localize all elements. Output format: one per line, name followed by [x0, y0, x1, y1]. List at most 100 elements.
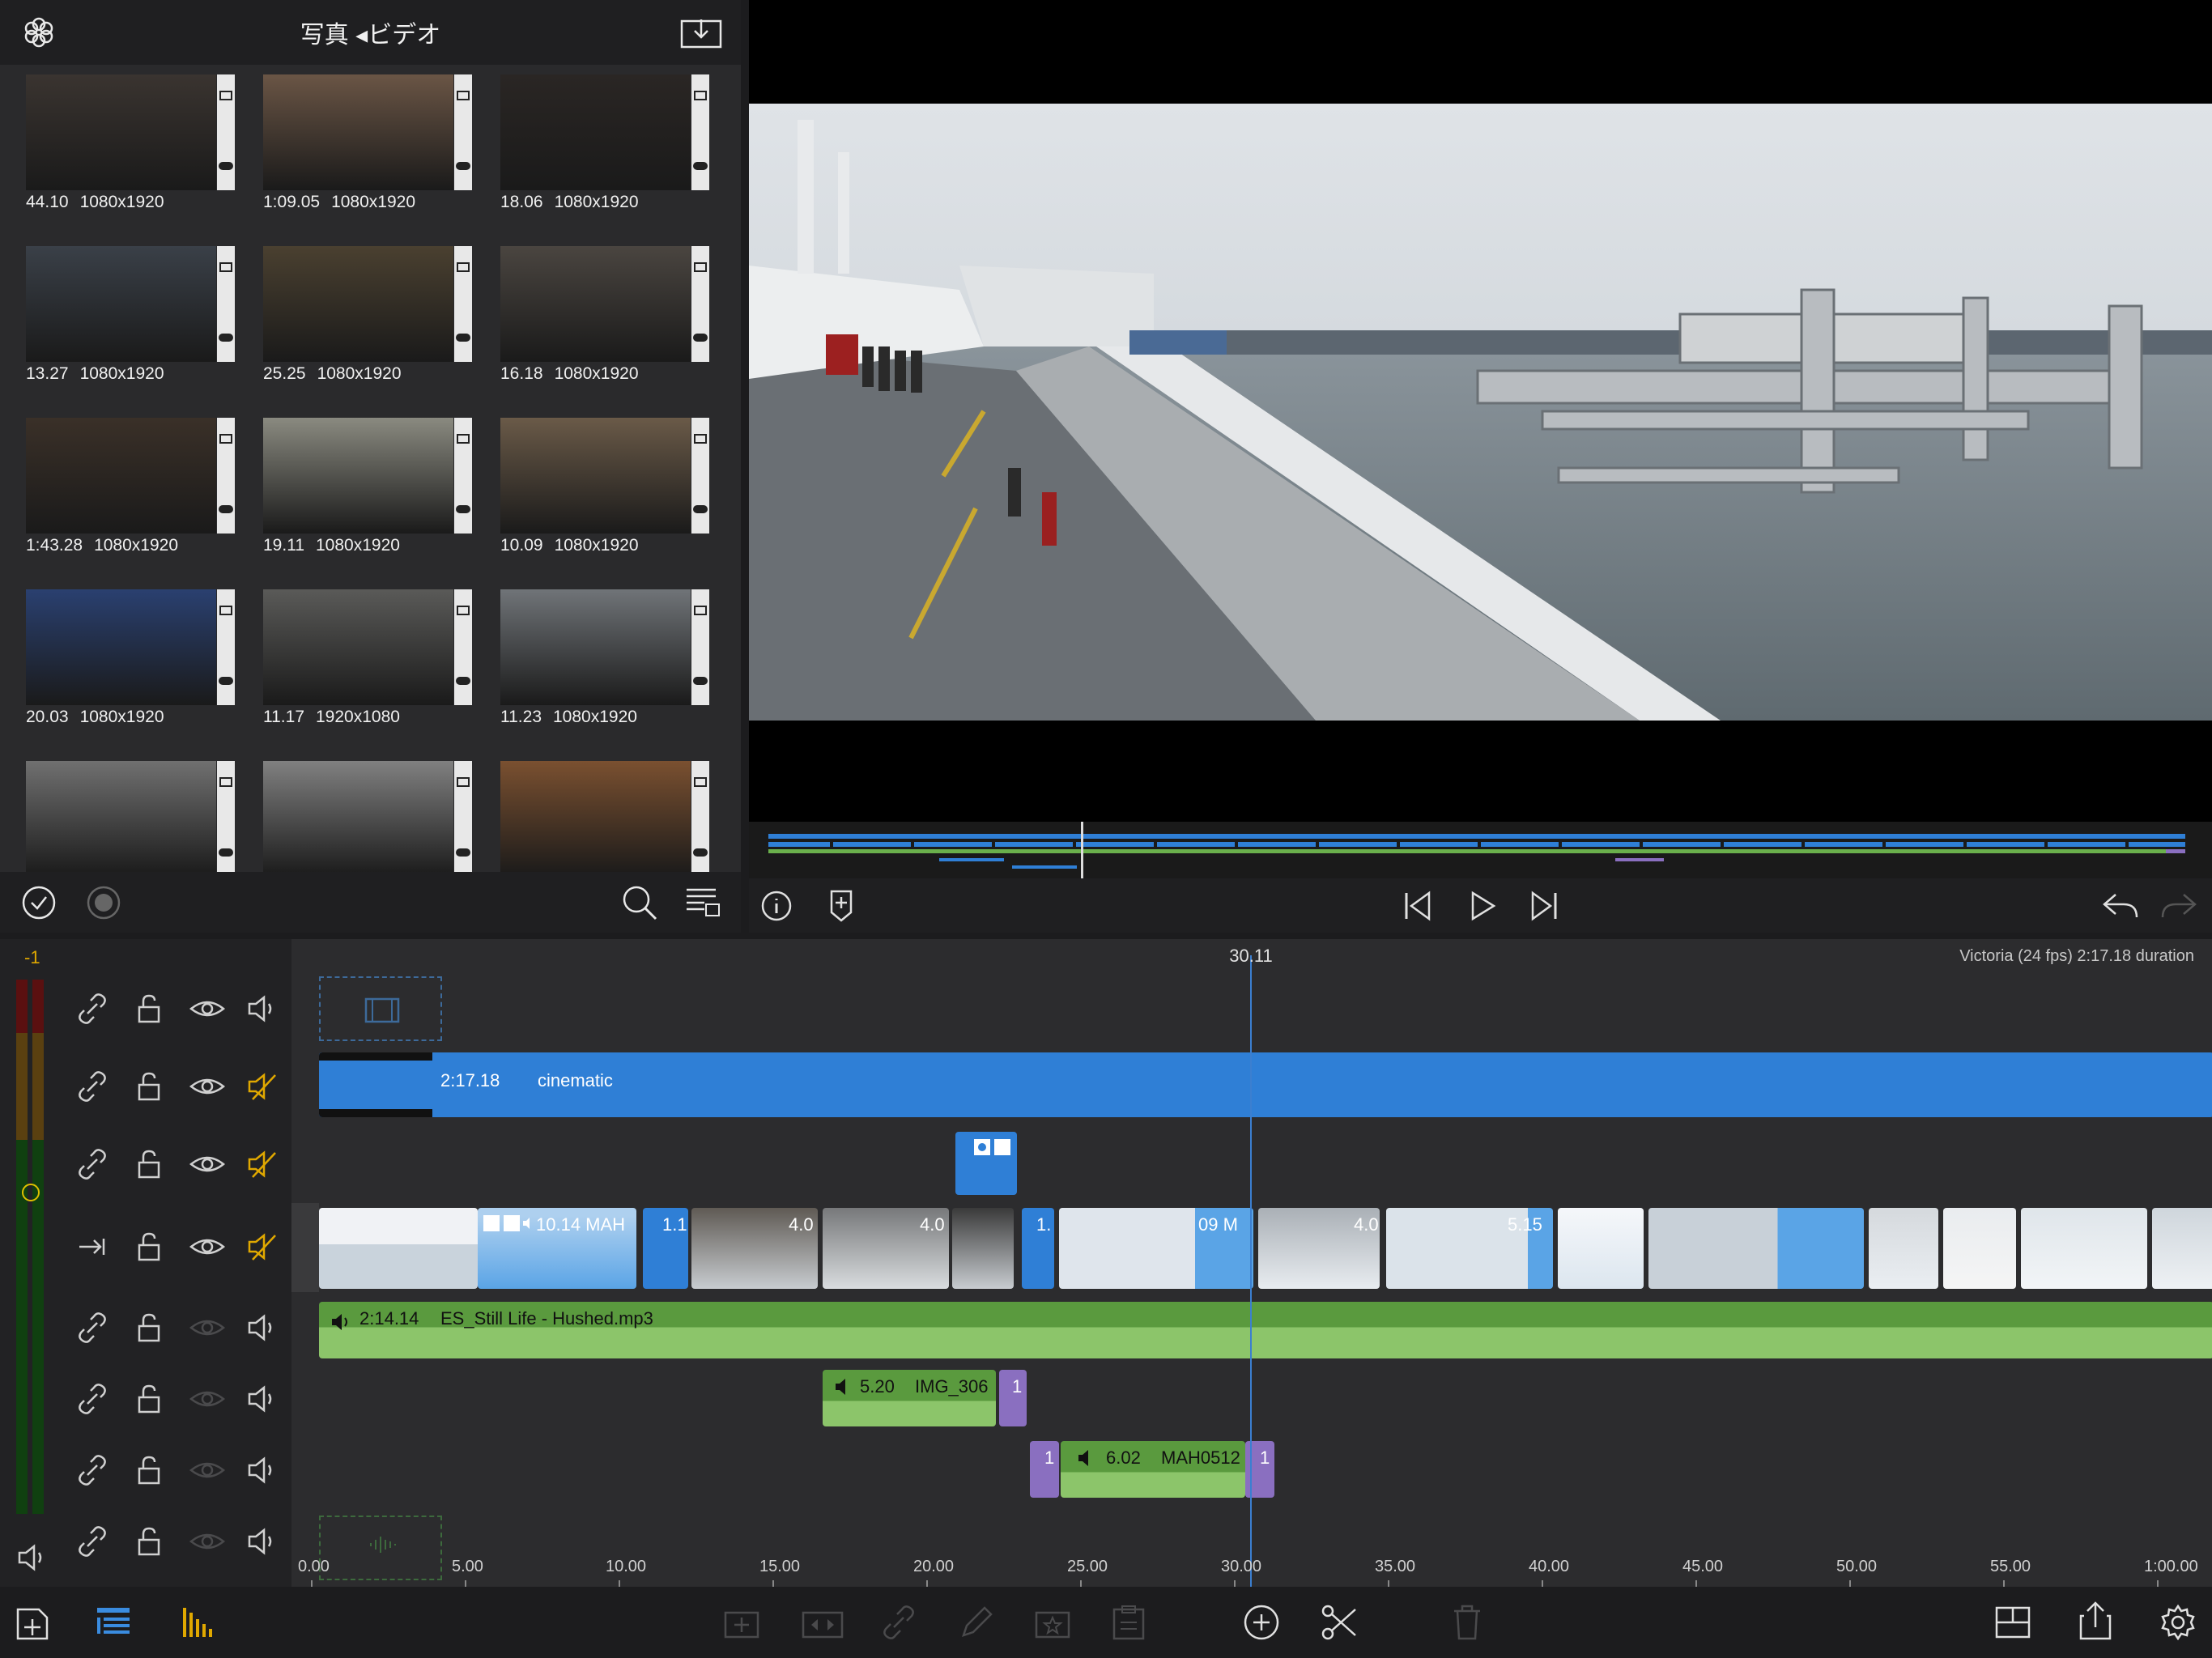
- transition-marker[interactable]: 1: [1030, 1441, 1059, 1498]
- transition-marker[interactable]: 1: [999, 1370, 1027, 1426]
- track-visibility-icon[interactable]: [189, 1231, 225, 1263]
- media-thumbnail[interactable]: 16.18 1080x1920: [483, 238, 709, 400]
- media-thumbnail[interactable]: 1:09.05 1080x1920: [245, 66, 472, 228]
- track-arrow-icon[interactable]: [76, 1231, 108, 1263]
- master-volume-icon[interactable]: [16, 1541, 49, 1574]
- track-link-icon[interactable]: [76, 1312, 108, 1344]
- undo-icon[interactable]: [2101, 890, 2140, 922]
- media-thumbnail[interactable]: 25.25 1080x1920: [245, 238, 472, 400]
- main-clip[interactable]: [2152, 1208, 2212, 1289]
- track-visibility-icon[interactable]: [189, 1070, 225, 1103]
- media-thumbnail[interactable]: 11.23 1080x1920: [483, 581, 709, 743]
- library-title[interactable]: 写真 ◂ビデオ: [0, 15, 741, 50]
- track-muted-icon[interactable]: [246, 1070, 279, 1103]
- import-icon[interactable]: [680, 16, 722, 49]
- track-link-icon[interactable]: [76, 1070, 108, 1103]
- media-thumbnail[interactable]: 44.10 1080x1920: [8, 66, 235, 228]
- main-clip[interactable]: [1648, 1208, 1864, 1289]
- project-add-icon[interactable]: [15, 1603, 50, 1642]
- track-lock-icon[interactable]: [133, 993, 165, 1025]
- add-icon[interactable]: [1242, 1603, 1281, 1642]
- overlay-clip[interactable]: [955, 1132, 1017, 1195]
- main-clip[interactable]: 4.0: [823, 1208, 949, 1289]
- track-volume-icon[interactable]: [246, 1312, 279, 1344]
- layout-icon[interactable]: [1993, 1603, 2032, 1642]
- cloud-icon: [219, 848, 233, 857]
- redo-icon[interactable]: [2159, 890, 2198, 922]
- video-viewer[interactable]: [749, 0, 2212, 822]
- track-volume-icon[interactable]: [246, 1525, 279, 1558]
- scissors-icon[interactable]: [1320, 1603, 1359, 1642]
- main-clip[interactable]: [2021, 1208, 2147, 1289]
- main-clip[interactable]: [952, 1208, 1014, 1289]
- main-clip[interactable]: [1869, 1208, 1938, 1289]
- track-visibility-icon[interactable]: [189, 1525, 225, 1558]
- media-thumbnail[interactable]: 20.03 1080x1920: [8, 581, 235, 743]
- audio-clip[interactable]: 5.20 IMG_306: [823, 1370, 996, 1426]
- track-link-icon[interactable]: [76, 1454, 108, 1486]
- main-clip[interactable]: 10.14 MAH: [478, 1208, 636, 1289]
- media-thumbnail[interactable]: [245, 753, 472, 872]
- sort-list-icon[interactable]: [685, 883, 721, 919]
- track-link-icon[interactable]: [76, 1148, 108, 1180]
- track-lock-icon[interactable]: [133, 1525, 165, 1558]
- track-visibility-icon[interactable]: [189, 1454, 225, 1486]
- skip-back-icon[interactable]: [1402, 890, 1434, 922]
- track-lock-icon[interactable]: [133, 1231, 165, 1263]
- track-visibility-icon[interactable]: [189, 993, 225, 1025]
- timeline-overview[interactable]: [749, 822, 2212, 878]
- media-thumbnail[interactable]: 10.09 1080x1920: [483, 410, 709, 572]
- media-thumbnail[interactable]: 18.06 1080x1920: [483, 66, 709, 228]
- track-visibility-icon[interactable]: [189, 1148, 225, 1180]
- track-volume-icon[interactable]: [246, 993, 279, 1025]
- track-lock-icon[interactable]: [133, 1383, 165, 1415]
- main-clip[interactable]: 4.0: [1258, 1208, 1380, 1289]
- media-thumbnail[interactable]: [8, 753, 235, 872]
- media-thumbnail[interactable]: [483, 753, 709, 872]
- media-thumbnail[interactable]: 1:43.28 1080x1920: [8, 410, 235, 572]
- main-clip[interactable]: [1943, 1208, 2016, 1289]
- main-clip[interactable]: [319, 1208, 478, 1289]
- track-muted-icon[interactable]: [246, 1231, 279, 1263]
- main-clip[interactable]: 1.: [1022, 1208, 1054, 1289]
- record-icon[interactable]: [86, 885, 121, 920]
- main-clip[interactable]: 4.0: [691, 1208, 818, 1289]
- empty-title-slot[interactable]: [319, 976, 442, 1041]
- playhead[interactable]: [1250, 955, 1252, 1587]
- media-thumbnail[interactable]: 19.11 1080x1920: [245, 410, 472, 572]
- track-visibility-icon[interactable]: [189, 1383, 225, 1415]
- media-thumbnail[interactable]: 11.17 1920x1080: [245, 581, 472, 743]
- timeline-ruler[interactable]: 0.00 5.00 10.00 15.00 20.00 25.00 30.00 35.00 40…: [291, 1546, 2212, 1587]
- track-volume-icon[interactable]: [246, 1454, 279, 1486]
- track-link-icon[interactable]: [76, 1525, 108, 1558]
- info-icon[interactable]: [760, 890, 793, 922]
- share-icon[interactable]: [2078, 1600, 2113, 1642]
- audio-clip[interactable]: 6.02 MAH0512: [1061, 1441, 1245, 1498]
- track-link-icon[interactable]: [76, 993, 108, 1025]
- play-icon[interactable]: [1466, 890, 1499, 922]
- track-list-icon[interactable]: [96, 1603, 131, 1642]
- settings-gear-icon[interactable]: [2159, 1603, 2197, 1642]
- track-volume-icon[interactable]: [246, 1383, 279, 1415]
- media-thumbnail[interactable]: 13.27 1080x1920: [8, 238, 235, 400]
- timeline-tracks[interactable]: 2:17.18 cinematic 10.14 MAH 1.1 4.0 4.0 …: [291, 939, 2212, 1587]
- meter-level-indicator[interactable]: [22, 1184, 40, 1201]
- track-muted-icon[interactable]: [246, 1148, 279, 1180]
- audio-levels-icon[interactable]: [180, 1603, 215, 1642]
- skip-forward-icon[interactable]: [1528, 890, 1560, 922]
- add-marker-icon[interactable]: [825, 888, 857, 922]
- track-lock-icon[interactable]: [133, 1148, 165, 1180]
- track-lock-icon[interactable]: [133, 1312, 165, 1344]
- music-clip[interactable]: 2:14.14 ES_Still Life - Hushed.mp3: [319, 1302, 2212, 1358]
- track-lock-icon[interactable]: [133, 1454, 165, 1486]
- track-lock-icon[interactable]: [133, 1070, 165, 1103]
- track-visibility-icon[interactable]: [189, 1312, 225, 1344]
- main-clip[interactable]: 1.1: [643, 1208, 688, 1289]
- search-icon[interactable]: [620, 883, 659, 922]
- track-link-icon[interactable]: [76, 1383, 108, 1415]
- main-clip[interactable]: 09 M: [1059, 1208, 1253, 1289]
- main-clip[interactable]: [1558, 1208, 1644, 1289]
- main-clip[interactable]: 5.15: [1386, 1208, 1553, 1289]
- title-clip[interactable]: 2:17.18 cinematic: [319, 1052, 2212, 1117]
- select-check-icon[interactable]: [21, 885, 57, 920]
